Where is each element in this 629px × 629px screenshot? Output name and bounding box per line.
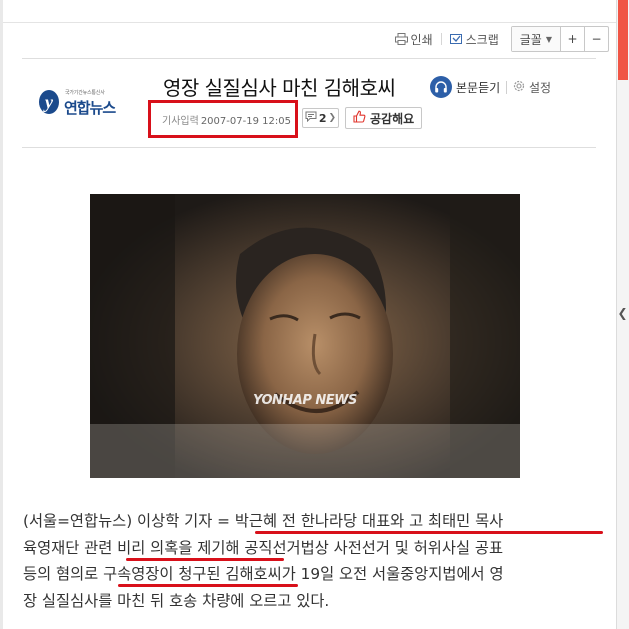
comment-icon — [305, 111, 317, 125]
scrap-label: 스크랩 — [465, 32, 499, 47]
body-line: 등의 혐의로 구속영장이 청구된 김해호씨가 19일 오전 서울중앙지법에서 영 — [23, 561, 603, 588]
like-label: 공감해요 — [370, 111, 415, 126]
date-highlight-box — [148, 100, 298, 138]
top-divider — [3, 22, 616, 23]
body-text: 장 실질심사를 마친 뒤 호송 차량에 오르고 있다. — [23, 591, 330, 610]
body-text: (서울=연합뉴스) 이상학 기자 = 박근혜 전 한나라당 대표와 고 최태민 … — [23, 512, 504, 530]
news-photo: YONHAP NEWS — [90, 194, 520, 478]
body-text: 등의 혐의로 구속영장이 청구된 김해호씨가 19일 오전 서울중앙지법에서 영 — [23, 565, 504, 583]
comment-count: 2 — [318, 111, 327, 125]
article-title: 영장 실질심사 마친 김해호씨 — [163, 76, 396, 100]
body-text: 육영재단 관련 비리 의혹을 제기해 공직선거법상 사전선거 및 허위사실 공표 — [23, 538, 504, 557]
body-line: 육영재단 관련 비리 의혹을 제기해 공직선거법상 사전선거 및 허위사실 공표 — [23, 535, 603, 562]
svg-text:y: y — [43, 92, 54, 112]
chevron-right-icon: ❯ — [328, 113, 337, 123]
font-increase-button[interactable]: + — [560, 27, 584, 51]
print-button[interactable]: 인쇄 — [394, 31, 433, 48]
printer-icon — [394, 33, 408, 45]
article-body: (서울=연합뉴스) 이상학 기자 = 박근혜 전 한나라당 대표와 고 최태민 … — [23, 508, 603, 614]
font-label: 글꼴 — [519, 32, 542, 47]
photo-watermark: YONHAP NEWS — [253, 393, 357, 408]
caret-down-icon: ▼ — [545, 34, 552, 44]
chevron-left-icon[interactable]: ❮ — [617, 306, 628, 320]
settings-label: 설정 — [529, 81, 552, 95]
scrap-button[interactable]: 스크랩 — [449, 31, 499, 48]
scrollbar-thumb[interactable] — [618, 0, 628, 80]
settings-button[interactable]: 설정 — [512, 79, 551, 96]
listen-button[interactable]: 본문듣기 — [430, 76, 500, 98]
print-label: 인쇄 — [410, 32, 433, 47]
like-button[interactable]: 공감해요 — [345, 107, 423, 129]
listen-label: 본문듣기 — [456, 80, 501, 95]
publisher-tagline: 국가기간뉴스통신사 — [65, 90, 105, 96]
font-select[interactable]: 글꼴 ▼ — [511, 27, 560, 51]
gear-icon — [512, 79, 526, 96]
comment-button[interactable]: 2 ❯ — [302, 108, 339, 128]
scrap-icon — [449, 33, 463, 45]
meta-divider — [506, 81, 507, 94]
publisher-logo[interactable]: y 국가기간뉴스통신사 연합뉴스 — [38, 85, 128, 119]
headphone-icon — [430, 76, 452, 98]
body-line: (서울=연합뉴스) 이상학 기자 = 박근혜 전 한나라당 대표와 고 최태민 … — [23, 508, 603, 535]
window-left-edge — [0, 0, 3, 629]
photo-image — [90, 194, 520, 478]
header-divider — [22, 58, 596, 59]
font-size-control: 글꼴 ▼ + − — [510, 26, 609, 52]
yonhap-logo-icon: y — [39, 90, 59, 114]
toolbar-divider — [440, 33, 442, 45]
meta-divider-line — [22, 147, 596, 148]
font-decrease-button[interactable]: − — [584, 27, 608, 51]
thumbs-up-icon — [353, 110, 366, 126]
article-toolbar: 인쇄 스크랩 글꼴 ▼ + − — [394, 26, 609, 52]
publisher-name: 연합뉴스 — [64, 99, 116, 117]
body-line: 장 실질심사를 마친 뒤 호송 차량에 오르고 있다. — [23, 588, 603, 615]
